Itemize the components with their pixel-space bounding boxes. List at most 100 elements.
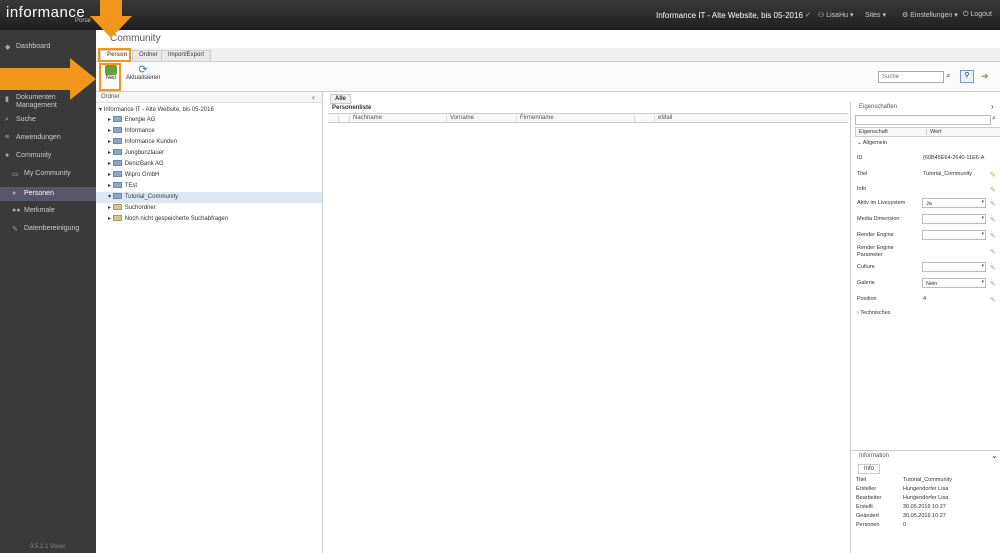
settings-menu[interactable]: ⚙ Einstellungen ▾	[902, 11, 958, 19]
group-technisches[interactable]: › Technisches	[857, 310, 1000, 316]
spacer-column	[634, 115, 654, 123]
tree-item[interactable]: ▸ Informance	[96, 126, 322, 137]
property-row: Media Dimension ▾ ✎	[857, 214, 1000, 228]
property-value[interactable]: Tutorial_Community	[923, 171, 972, 177]
search-icon[interactable]: ⌕	[992, 115, 996, 123]
logo: informance	[6, 4, 86, 21]
edit-icon[interactable]: ✎	[990, 264, 996, 272]
column-nachname[interactable]: Nachname	[349, 115, 446, 123]
gallery-dropdown[interactable]: Nein ▾	[922, 278, 986, 288]
chevron-right-icon[interactable]: ›	[991, 102, 994, 111]
sidebar-item-dashboard[interactable]: ◆ Dashboard	[0, 43, 96, 55]
tree-item[interactable]: ▸ Jungbunzlauer	[96, 148, 322, 159]
info-value: Tutorial_Community	[903, 477, 953, 483]
search-icon: ⌕	[5, 116, 9, 123]
media-dimension-dropdown[interactable]: ▾	[922, 214, 986, 224]
property-name: ID	[857, 155, 863, 161]
info-value: 30.05.2016 10:27	[903, 513, 946, 519]
tree-item-label: Suchordner	[124, 205, 156, 211]
column-firmenname[interactable]: Firmenname	[516, 115, 634, 123]
collapse-icon[interactable]: ‹	[312, 93, 315, 102]
folder-panel: Ordner ‹ ▾ Informance IT - Alte Website, …	[96, 92, 323, 553]
tree-item-label: Tutorial_Community	[124, 194, 179, 200]
property-row: Culture ▾ ✎	[857, 262, 1000, 276]
brush-icon: ✎	[12, 226, 18, 233]
column-email[interactable]: eMail	[654, 115, 848, 123]
property-value[interactable]: 4	[923, 296, 926, 302]
info-value: 0	[903, 522, 907, 528]
sidebar-item-label: Merkmale	[24, 207, 55, 214]
sidebar-item-community[interactable]: ● Community	[0, 152, 96, 164]
monitor-icon: ▭	[12, 171, 19, 178]
sidebar-item-label: Dashboard	[16, 43, 51, 50]
edit-icon[interactable]: ✎	[990, 200, 996, 208]
culture-dropdown[interactable]: ▾	[922, 262, 986, 272]
users-icon: ●●	[12, 207, 21, 214]
info-row: Personen	[856, 522, 880, 528]
search-icon[interactable]: ⌕	[946, 71, 950, 81]
sidebar-item-suche[interactable]: ⌕ Suche	[0, 116, 96, 128]
tab-ordner[interactable]: Ordner	[132, 50, 165, 62]
export-person-icon[interactable]: ➜	[981, 71, 989, 82]
tab-alle[interactable]: Alle	[330, 94, 352, 104]
sites-menu[interactable]: Sites ▾	[865, 11, 886, 19]
user-icon: ●	[5, 152, 10, 159]
folder-icon	[112, 127, 122, 134]
sidebar-item-my-community[interactable]: ▭ My Community	[0, 170, 96, 182]
property-search-input[interactable]	[855, 115, 991, 125]
info-row: Titel	[856, 477, 866, 483]
tree-item[interactable]: ▸ Informance Kunden	[96, 137, 322, 148]
info-value: Hungendorfer Lisa	[903, 495, 949, 501]
tree-item[interactable]: ▸ TEst	[96, 181, 322, 192]
sidebar-item-datenbereinigung[interactable]: ✎ Datenbereinigung	[0, 225, 96, 237]
property-value: {60B45E64-2640-11E6-A	[923, 155, 985, 161]
user-menu[interactable]: ⚇ LisaHu ▾	[818, 11, 854, 19]
page-header: Community	[96, 30, 1000, 48]
info-label: Erstellt	[856, 504, 873, 510]
tree-item-selected[interactable]: ▾ Tutorial_Community	[96, 192, 322, 203]
search-folder-icon	[112, 215, 122, 222]
tab-import-export[interactable]: Import/Export	[161, 50, 212, 62]
sidebar-item-anwendungen[interactable]: ≡ Anwendungen	[0, 134, 96, 146]
edit-icon[interactable]: ✎	[990, 186, 996, 194]
tree-item[interactable]: ▸ DenizBank AG	[96, 159, 322, 170]
tree-item[interactable]: ▸ Wipro GmbH	[96, 170, 322, 181]
refresh-label: Aktualisieren	[126, 75, 161, 81]
user-name: LisaHu	[826, 12, 849, 19]
edit-icon[interactable]: ✎	[990, 280, 996, 288]
render-engine-dropdown[interactable]: ▾	[922, 230, 986, 240]
edit-icon[interactable]: ✎	[990, 216, 996, 224]
settings-label: Einstellungen	[910, 12, 953, 19]
select-column[interactable]	[338, 115, 349, 123]
tree-item[interactable]: ▸ Noch nicht gespeicherte Suchabfragen	[96, 214, 322, 225]
top-bar: informance Portal Informance IT - Alte W…	[0, 0, 1000, 30]
tree-item[interactable]: ▸ Energie AG	[96, 115, 322, 126]
edit-icon[interactable]: ✎	[990, 171, 996, 179]
tab-info[interactable]: Info	[858, 464, 881, 474]
logout-button[interactable]: ⏻ Logout	[963, 11, 992, 19]
info-value: 30.05.2016 10:27	[903, 504, 946, 510]
info-row: Erstellt	[856, 504, 873, 510]
column-vorname[interactable]: Vorname	[446, 115, 516, 123]
search-input[interactable]	[878, 71, 944, 83]
tree-item-label: Wipro GmbH	[124, 172, 160, 178]
sidebar-item-merkmale[interactable]: ●● Merkmale	[0, 207, 96, 219]
site-title: Informance IT - Alte Website, bis 05-201…	[656, 11, 803, 20]
info-label: Personen	[856, 522, 880, 528]
person-list-panel: Alle Personenliste Nachname Vorname Firm…	[328, 92, 848, 553]
grid-header: Nachname Vorname Firmenname eMail	[328, 113, 848, 123]
live-system-dropdown[interactable]: Ja ▾	[922, 198, 986, 208]
edit-icon[interactable]: ✎	[990, 296, 996, 304]
property-name: Position	[857, 296, 877, 302]
list-icon: ≡	[5, 134, 10, 141]
tree-item[interactable]: ▸ Suchordner	[96, 203, 322, 214]
group-allgemein[interactable]: ⌄ Allgemein	[857, 140, 1000, 146]
property-name: Culture	[857, 264, 875, 270]
sidebar-item-personen[interactable]: ● Personen	[0, 187, 96, 201]
chevron-down-icon[interactable]: ⌄	[991, 451, 998, 460]
edit-icon[interactable]: ✎	[990, 248, 996, 256]
advanced-search-icon[interactable]: ⚲	[960, 70, 974, 83]
refresh-button[interactable]: ⟳ Aktualisieren	[126, 65, 161, 82]
information-panel: Information ⌄ Info Titel Tutorial_Communi…	[850, 450, 1000, 553]
edit-icon[interactable]: ✎	[990, 232, 996, 240]
